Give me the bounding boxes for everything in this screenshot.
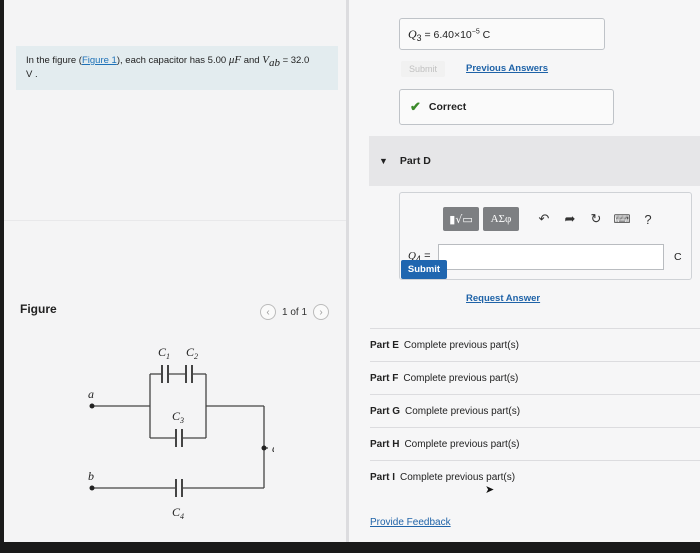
label-c4: C4: [172, 505, 184, 521]
part-g-row[interactable]: Part G Complete previous part(s): [370, 394, 700, 427]
part-name: Part H: [370, 438, 400, 450]
figure-heading: Figure: [20, 302, 57, 316]
redo-icon[interactable]: ➦: [559, 207, 581, 231]
part-name: Part I: [370, 471, 396, 483]
correct-text: Correct: [428, 101, 467, 113]
templates-button[interactable]: ▮√▭: [443, 207, 479, 231]
part-e-row[interactable]: Part E Complete previous part(s): [370, 328, 700, 361]
figure-link[interactable]: Figure 1: [82, 55, 117, 66]
q3-exponent: −5: [471, 28, 480, 36]
circuit-diagram: C1 C2 C3 C4 a b d: [88, 345, 274, 521]
terminal-d: [261, 445, 267, 451]
part-status: Complete previous part(s): [405, 405, 521, 417]
part-c-submit-button[interactable]: Submit: [401, 61, 445, 77]
vab-symbol: V: [262, 54, 269, 66]
part-status: Complete previous part(s): [403, 339, 519, 351]
label-a: a: [88, 387, 94, 401]
q3-value: = 6.40×10: [421, 29, 472, 41]
label-c2: C2: [186, 345, 198, 361]
chevron-left-icon[interactable]: ‹: [260, 304, 276, 320]
part-d-title: Part D: [399, 155, 431, 167]
screen: In the figure (Figure 1), each capacitor…: [4, 0, 700, 542]
divider: [4, 220, 346, 221]
part-status: Complete previous part(s): [403, 372, 519, 384]
part-f-row[interactable]: Part F Complete previous part(s): [370, 361, 700, 394]
q4-answer-input[interactable]: [438, 244, 664, 270]
chevron-right-icon[interactable]: ›: [313, 304, 330, 320]
keyboard-icon[interactable]: ⌨: [611, 207, 633, 231]
problem-text-pre: In the figure (: [26, 55, 82, 66]
vab-subscript: ab: [268, 56, 280, 69]
part-d-header[interactable]: ▼ Part D: [369, 136, 700, 186]
q3-symbol: Q: [408, 27, 417, 41]
part-status: Complete previous part(s): [404, 438, 520, 450]
label-b: b: [88, 469, 94, 483]
reset-icon[interactable]: ↻: [585, 207, 607, 231]
problem-text-end: = 32.0: [279, 55, 310, 66]
part-h-row[interactable]: Part H Complete previous part(s): [370, 427, 700, 460]
correct-feedback: ✔ Correct: [399, 89, 614, 125]
label-c3: C3: [172, 409, 184, 425]
check-icon: ✔: [410, 99, 421, 114]
part-name: Part G: [370, 405, 401, 417]
mu-f-unit: μF: [228, 54, 242, 66]
part-name: Part E: [370, 339, 399, 351]
part-c-answer-box: Q3 = 6.40×10−5 C: [399, 18, 605, 50]
provide-feedback-link[interactable]: Provide Feedback: [370, 517, 451, 528]
q3-unit: C: [479, 29, 491, 41]
terminal-a: [89, 403, 95, 409]
left-pane: In the figure (Figure 1), each capacitor…: [4, 0, 346, 542]
problem-text-mid: ), each capacitor has 5.00: [116, 55, 229, 66]
part-i-row[interactable]: Part I Complete previous part(s): [370, 460, 700, 493]
problem-units: V .: [26, 68, 38, 80]
problem-statement: In the figure (Figure 1), each capacitor…: [16, 46, 338, 90]
part-name: Part F: [370, 372, 399, 384]
q4-unit: C: [674, 251, 682, 263]
math-toolbar: ▮√▭ ΑΣφ ↶ ➦ ↻ ⌨ ?: [443, 207, 659, 231]
pager-text: 1 of 1: [282, 306, 308, 318]
problem-text-and: and: [241, 55, 263, 66]
undo-icon[interactable]: ↶: [533, 207, 555, 231]
label-d: d: [272, 441, 274, 455]
figure-pager: ‹ 1 of 1 ›: [260, 304, 330, 320]
label-c1: C1: [158, 345, 170, 361]
terminal-b: [89, 485, 95, 491]
request-answer-link[interactable]: Request Answer: [466, 293, 540, 304]
caret-down-icon: ▼: [379, 156, 388, 166]
right-pane: Q3 = 6.40×10−5 C Submit Previous Answers…: [349, 0, 700, 542]
help-button[interactable]: ?: [637, 207, 659, 231]
previous-answers-link[interactable]: Previous Answers: [466, 63, 548, 74]
mouse-cursor-icon: ➤: [485, 484, 495, 496]
part-status: Complete previous part(s): [400, 471, 516, 483]
part-d-submit-button[interactable]: Submit: [401, 260, 447, 279]
greek-symbols-button[interactable]: ΑΣφ: [483, 207, 519, 231]
